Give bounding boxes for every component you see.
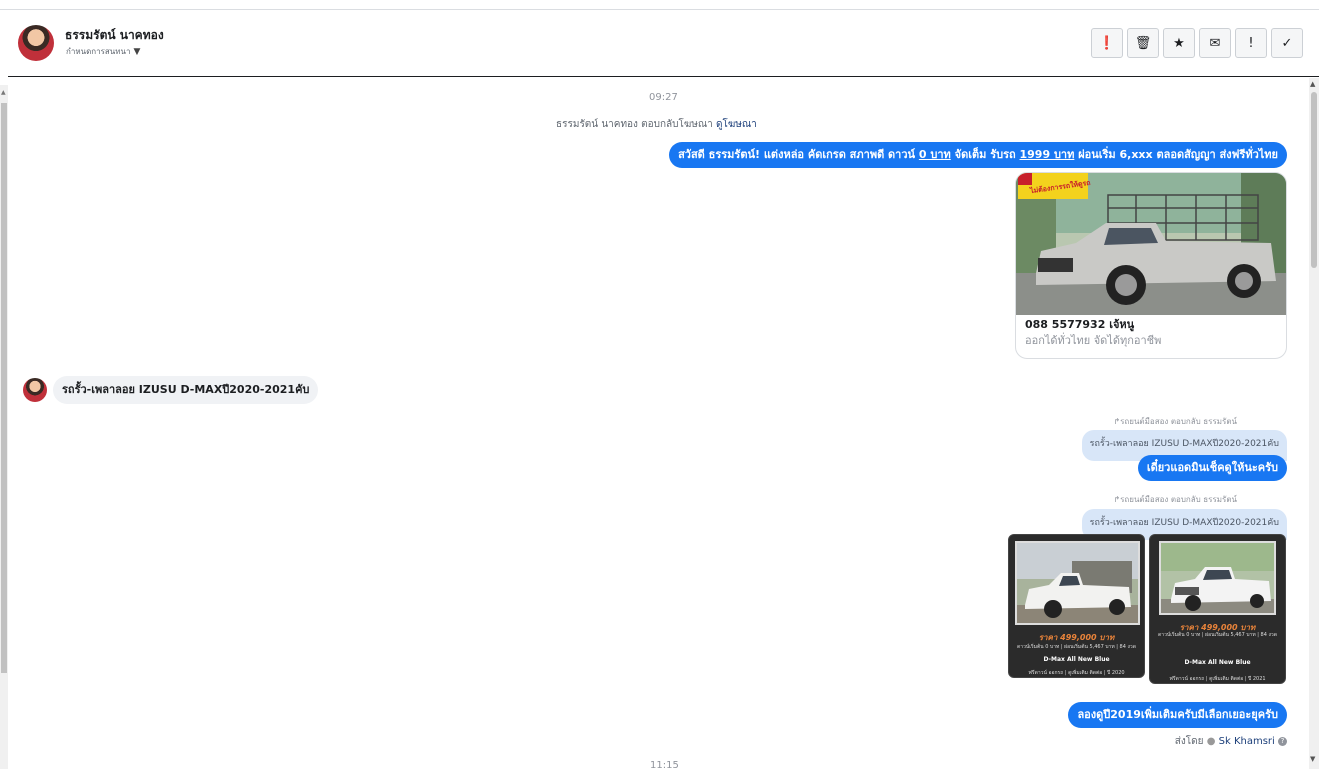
star-button[interactable]: ★ [1163,28,1195,58]
scroll-up-icon[interactable]: ▲ [1,89,6,96]
timestamp: 11:15 [650,760,679,769]
left-scrollbar[interactable]: ▲ [0,85,8,769]
assign-conversation-dropdown[interactable]: กำหนดการสนทนา ▼ [66,45,140,58]
outgoing-message[interactable]: เดี๋ยวแอดมินเช็คดูให้นะครับ [1137,455,1287,481]
view-ad-link[interactable]: ดูโฆษณา [716,119,757,130]
greeting-text: จัดเต็ม รับรถ [950,148,1020,161]
contact-name[interactable]: ธรรมรัตน์ นาคทอง [65,26,164,45]
right-scrollbar[interactable]: ▲ ▼ [1309,78,1319,769]
mark-done-button[interactable]: ✓ [1271,28,1303,58]
trash-icon: 🗑 [1134,35,1152,51]
user-dot-icon: ● [1206,736,1216,747]
mark-spam-button[interactable]: ❗ [1091,28,1123,58]
car-photo [1159,541,1276,615]
top-border [0,0,1319,10]
header-actions: ❗ 🗑 ★ ✉ ! ✓ [1091,28,1303,58]
reply-header: ↱รถยนต์มือสอง ตอบกลับ ธรรมรัตน์ [1113,495,1237,504]
greeting-text: ผ่อนเริ่ม 6,xxx ตลอดสัญญา ส่งฟรีทั่วไทย [1074,148,1278,161]
left-scroll-thumb[interactable] [1,103,7,673]
check-icon: ✓ [1281,35,1293,51]
help-icon[interactable]: ? [1278,736,1287,746]
delete-button[interactable]: 🗑 [1127,28,1159,58]
ad-card[interactable]: ไม่ต้องการรถให้ดูรถ 088 5577932 เจ้หนู อ… [1015,172,1287,359]
assign-label: กำหนดการสนทนา [66,47,131,56]
photo-attachment[interactable]: ราคา 499,000 บาท ดาวน์เริ่มต้น 0 บาท | ผ… [1149,534,1286,684]
right-scroll-thumb[interactable] [1311,92,1317,268]
ad-reply-text: ธรรมรัตน์ นาคทอง ตอบกลับโฆษณา [556,119,713,130]
caret-down-icon: ▼ [133,47,141,57]
message-thread[interactable]: 09:27 ธรรมรัตน์ นาคทอง ตอบกลับโฆษณา ดูโฆ… [8,78,1309,769]
timestamp: 09:27 [649,92,678,103]
scroll-down-icon[interactable]: ▼ [1310,755,1315,763]
finance-text: ดาวน์เริ่มต้น 0 บาท | ผ่อนเริ่มต้น 5,467… [1158,632,1277,638]
alert-circle-icon: ❗ [1098,35,1116,51]
outgoing-message[interactable]: ลองดูปี2019เพิ่มเติมครับมีเลือกเยอะยุครั… [1068,702,1287,728]
car-photo [1015,541,1140,625]
star-icon: ★ [1173,35,1185,51]
model-text: D-Max All New Blue [1184,659,1251,666]
conversation-header: ธรรมรัตน์ นาคทอง กำหนดการสนทนา ▼ ❗ 🗑 ★ ✉ … [8,11,1319,77]
exclamation-icon: ! [1248,35,1254,51]
ad-image: ไม่ต้องการรถให้ดูรถ [1016,173,1286,315]
ad-reply-info: ธรรมรัตน์ นาคทอง ตอบกลับโฆษณา ดูโฆษณา [556,117,757,132]
sent-by-label: ส่งโดย [1174,736,1204,747]
outgoing-message[interactable]: สวัสดี ธรรมรัตน์! แต่งหล่อ คัดเกรด สภาพด… [669,142,1287,168]
mark-unread-button[interactable]: ✉ [1199,28,1231,58]
reply-header: ↱รถยนต์มือสอง ตอบกลับ ธรรมรัตน์ [1113,417,1237,426]
avatar[interactable] [18,25,54,61]
scroll-up-icon[interactable]: ▲ [1310,80,1315,88]
finance-text: ดาวน์เริ่มต้น 0 บาท | ผ่อนเริ่มต้น 5,467… [1017,644,1136,650]
sender-name[interactable]: Sk Khamsri [1219,736,1275,747]
footer-text: ฟรีดาวน์ ออกรถ | ดูเพิ่มเติม ติดต่อ | ปี… [1028,670,1125,676]
ad-card-subtitle: ออกได้ทั่วไทย จัดได้ทุกอาชีพ [1025,334,1162,347]
incoming-message[interactable]: รถรั้ว-เพลาลอย IZUSU D-MAXปี2020-2021คับ [53,376,319,404]
greeting-link[interactable]: 1999 บาท [1020,148,1075,161]
greeting-text: สวัสดี ธรรมรัตน์! แต่งหล่อ คัดเกรด สภาพด… [678,148,919,161]
footer-text: ฟรีดาวน์ ออกรถ | ดูเพิ่มเติม ติดต่อ | ปี… [1169,676,1266,682]
photo-attachment[interactable]: ราคา 499,000 บาท ดาวน์เริ่มต้น 0 บาท | ผ… [1008,534,1145,678]
mail-icon: ✉ [1209,35,1221,51]
model-text: D-Max All New Blue [1043,656,1110,663]
sent-by: ส่งโดย ● Sk Khamsri ? [1175,734,1287,749]
greeting-link[interactable]: 0 บาท [919,148,951,161]
avatar[interactable] [23,378,47,402]
follow-up-button[interactable]: ! [1235,28,1267,58]
